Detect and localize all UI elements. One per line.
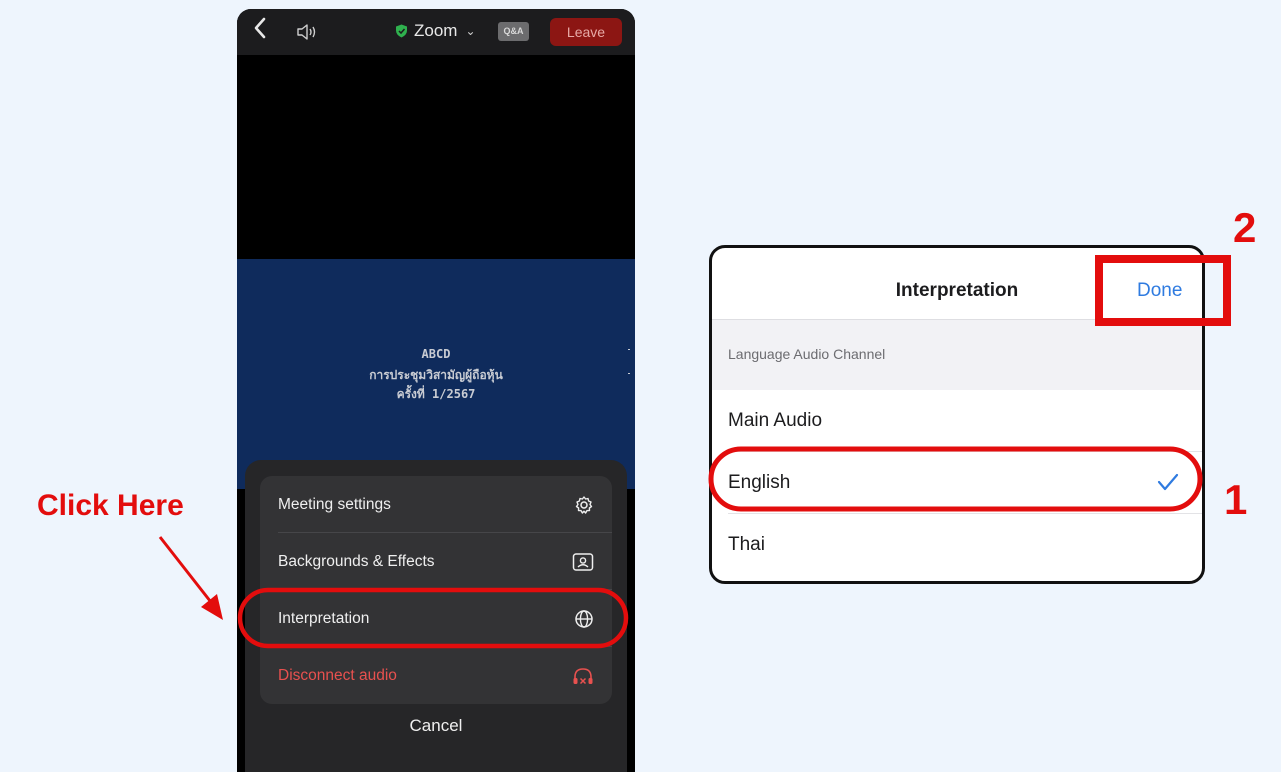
qa-button[interactable]: Q&A xyxy=(498,22,529,41)
interpretation-panel: Interpretation Done Language Audio Chann… xyxy=(709,245,1205,584)
more-options-sheet: Meeting settings Backgrounds & Effects I… xyxy=(245,460,627,772)
option-label: English xyxy=(728,472,791,493)
menu-item-interpretation[interactable]: Interpretation xyxy=(260,590,612,647)
panel-title: Interpretation xyxy=(895,280,1019,301)
options-menu: Meeting settings Backgrounds & Effects I… xyxy=(260,476,612,704)
shared-slide: ABCD การประชุมวิสามัญผู้ถือหุ้น ครั้งที่… xyxy=(237,259,635,489)
meeting-title-menu[interactable]: Zoom ⌄ xyxy=(395,20,476,42)
slide-mark xyxy=(628,373,630,374)
panel-header: Interpretation Done xyxy=(712,248,1202,320)
menu-item-label: Disconnect audio xyxy=(278,666,397,684)
slide-line-3: ครั้งที่ 1/2567 xyxy=(396,387,476,401)
section-label: Language Audio Channel xyxy=(728,346,886,362)
menu-item-label: Interpretation xyxy=(278,609,370,627)
chevron-down-icon: ⌄ xyxy=(465,24,476,38)
headphones-x-icon xyxy=(573,667,593,684)
phone-screen: Zoom ⌄ Q&A Leave ABCD การประชุมวิสามัญผู… xyxy=(237,9,635,772)
option-main-audio[interactable]: Main Audio xyxy=(712,390,1202,452)
leave-button[interactable]: Leave xyxy=(550,18,622,46)
speaker-icon xyxy=(297,24,316,40)
slide-mark xyxy=(628,349,630,350)
video-area xyxy=(237,55,635,259)
menu-item-disconnect-audio[interactable]: Disconnect audio xyxy=(260,647,612,704)
globe-icon xyxy=(575,609,593,628)
slide-line-2: การประชุมวิสามัญผู้ถือหุ้น xyxy=(369,368,503,382)
checkmark-icon xyxy=(1157,473,1179,491)
click-here-annotation: Click Here xyxy=(37,489,184,522)
option-thai[interactable]: Thai xyxy=(712,514,1202,576)
step-1-label: 1 xyxy=(1224,476,1248,523)
meeting-top-bar: Zoom ⌄ Q&A Leave xyxy=(237,9,635,55)
portrait-icon xyxy=(572,552,594,571)
option-label: Thai xyxy=(728,534,765,555)
speaker-button[interactable] xyxy=(295,21,321,48)
meeting-title: Zoom xyxy=(414,21,458,40)
option-label: Main Audio xyxy=(728,410,823,431)
gear-icon xyxy=(575,495,593,514)
cancel-button[interactable]: Cancel xyxy=(245,716,627,736)
back-button[interactable] xyxy=(253,17,267,46)
arrow-icon xyxy=(158,536,223,620)
slide-line-1: ABCD xyxy=(421,347,451,361)
done-button[interactable]: Done xyxy=(1137,280,1182,302)
menu-item-label: Backgrounds & Effects xyxy=(278,552,435,570)
menu-item-meeting-settings[interactable]: Meeting settings xyxy=(260,476,612,533)
option-english[interactable]: English xyxy=(712,452,1202,514)
section-header: Language Audio Channel xyxy=(712,320,1202,390)
chevron-left-icon xyxy=(254,17,266,39)
menu-item-label: Meeting settings xyxy=(278,495,391,513)
shield-check-icon xyxy=(396,24,407,38)
step-2-label: 2 xyxy=(1233,204,1257,251)
menu-item-backgrounds-effects[interactable]: Backgrounds & Effects xyxy=(260,533,612,590)
